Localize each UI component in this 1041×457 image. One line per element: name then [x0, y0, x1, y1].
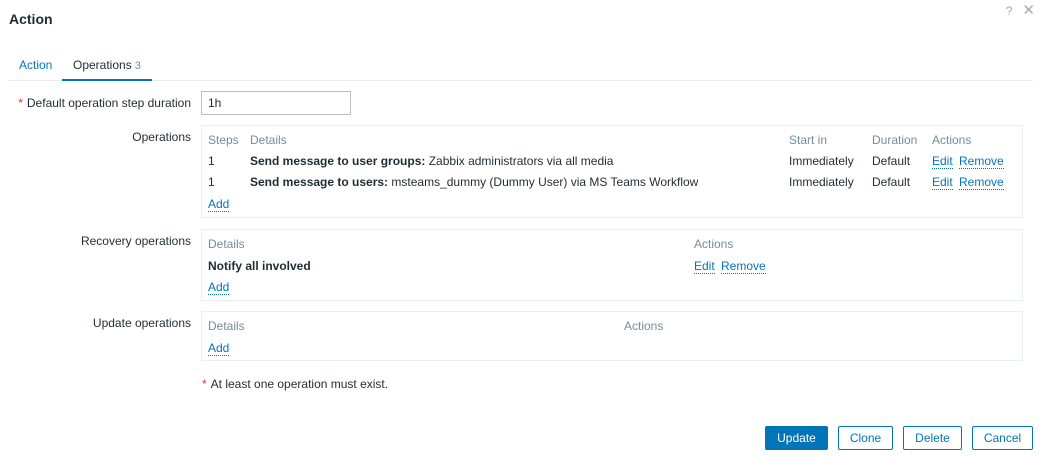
- row1-edit-link[interactable]: Edit: [932, 154, 953, 169]
- col-steps: Steps: [208, 133, 239, 147]
- tab-operations[interactable]: Operations 3: [62, 52, 152, 81]
- row1-details: Send message to user groups: Zabbix admi…: [250, 154, 613, 168]
- recovery-row1-remove-link[interactable]: Remove: [721, 259, 766, 274]
- update-ops-table: Details Actions Add: [201, 311, 1023, 361]
- note-required-mark: *: [202, 377, 207, 391]
- step-duration-label: * Default operation step duration: [18, 96, 191, 110]
- recovery-row1-details: Notify all involved: [208, 259, 311, 273]
- recovery-table: Details Actions Notify all involved Edit…: [201, 229, 1023, 301]
- row1-details-type: Send message to user groups:: [250, 154, 426, 168]
- col-start-in: Start in: [789, 133, 828, 147]
- row1-start-in: Immediately: [789, 154, 854, 168]
- row2-details: Send message to users: msteams_dummy (Du…: [250, 175, 698, 189]
- recovery-row1-edit-link[interactable]: Edit: [694, 259, 715, 274]
- row2-details-target: msteams_dummy (Dummy User) via MS Teams …: [388, 175, 699, 189]
- row1-details-target: Zabbix administrators via all media: [425, 154, 614, 168]
- row2-edit-link[interactable]: Edit: [932, 175, 953, 190]
- dialog-title: Action: [9, 11, 53, 27]
- clone-button[interactable]: Clone: [838, 426, 893, 450]
- operations-label: Operations: [132, 130, 191, 144]
- note-text: At least one operation must exist.: [210, 377, 389, 391]
- operations-table: Steps Details Start in Duration Actions …: [201, 125, 1023, 218]
- recovery-label: Recovery operations: [80, 234, 191, 248]
- delete-button[interactable]: Delete: [903, 426, 962, 450]
- step-duration-label-text: Default operation step duration: [26, 96, 191, 110]
- step-duration-input[interactable]: [201, 91, 351, 115]
- recovery-add-link[interactable]: Add: [208, 280, 230, 295]
- operations-add-link[interactable]: Add: [208, 197, 230, 212]
- update-button[interactable]: Update: [765, 426, 828, 450]
- update-ops-col-details: Details: [208, 319, 245, 333]
- row1-steps: 1: [208, 154, 215, 168]
- row2-remove-link[interactable]: Remove: [959, 175, 1004, 190]
- tab-operations-count: 3: [134, 60, 141, 72]
- help-icon[interactable]: ?: [1006, 4, 1013, 18]
- update-ops-label: Update operations: [92, 316, 191, 330]
- cancel-button[interactable]: Cancel: [972, 426, 1033, 450]
- recovery-col-details: Details: [208, 237, 245, 251]
- tab-bar: Action Operations 3: [8, 52, 1033, 81]
- update-ops-col-actions: Actions: [624, 319, 664, 333]
- required-mark: *: [18, 96, 23, 110]
- row1-remove-link[interactable]: Remove: [959, 154, 1004, 169]
- update-ops-add-link[interactable]: Add: [208, 341, 230, 356]
- tab-operations-label: Operations: [73, 58, 132, 72]
- col-details: Details: [250, 133, 287, 147]
- recovery-col-actions: Actions: [694, 237, 734, 251]
- tab-action[interactable]: Action: [19, 58, 52, 72]
- col-actions: Actions: [932, 133, 972, 147]
- col-duration: Duration: [872, 133, 918, 147]
- row2-duration: Default: [872, 175, 911, 189]
- row2-start-in: Immediately: [789, 175, 854, 189]
- dialog-header-icons: ? ✕: [1006, 3, 1035, 18]
- row2-steps: 1: [208, 175, 215, 189]
- operation-required-note: * At least one operation must exist.: [202, 377, 388, 391]
- row1-duration: Default: [872, 154, 911, 168]
- row2-details-type: Send message to users:: [250, 175, 389, 189]
- close-icon[interactable]: ✕: [1022, 3, 1035, 18]
